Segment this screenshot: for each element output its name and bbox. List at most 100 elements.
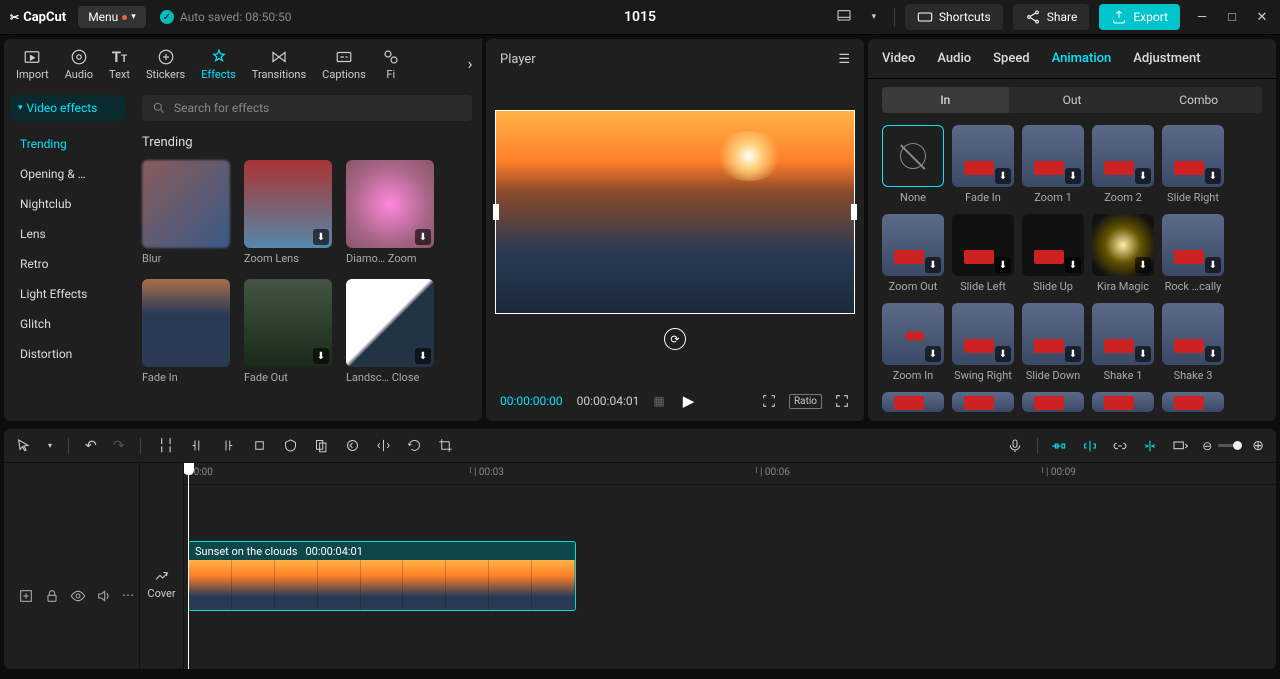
redo-button[interactable]: ↷: [113, 438, 125, 454]
timeline-tracks[interactable]: 00:00| 00:03| 00:06| 00:09 Sunset on the…: [184, 463, 1276, 669]
property-tab-audio[interactable]: Audio: [937, 51, 971, 66]
media-tab-effects[interactable]: Effects: [193, 44, 244, 87]
maximize-button[interactable]: □: [1224, 9, 1240, 25]
animation-preset[interactable]: ⬇Zoom 1: [1022, 125, 1084, 204]
download-icon[interactable]: ⬇: [313, 229, 329, 245]
split-left-tool[interactable]: [190, 438, 205, 453]
animation-preset[interactable]: ⬇Zoom In: [882, 303, 944, 382]
download-icon[interactable]: ⬇: [1135, 257, 1151, 273]
timeline-zoom[interactable]: ⊖: [1202, 439, 1238, 453]
animation-subtab-in[interactable]: In: [882, 87, 1009, 113]
close-button[interactable]: ✕: [1254, 10, 1270, 25]
animation-preset[interactable]: ⬇Fade In: [952, 125, 1014, 204]
player-menu-icon[interactable]: ☰: [838, 52, 850, 67]
effect-item[interactable]: Blur: [142, 160, 230, 265]
preview-toggle-icon[interactable]: [1172, 438, 1188, 454]
animation-preset[interactable]: ⬇Slide Left: [952, 214, 1014, 293]
shortcuts-button[interactable]: Shortcuts: [905, 4, 1003, 30]
lock-track-icon[interactable]: [44, 588, 60, 607]
mask-tool[interactable]: [283, 438, 298, 453]
effects-search[interactable]: Search for effects: [142, 95, 472, 121]
animation-preset[interactable]: [1162, 392, 1224, 412]
crop-tool[interactable]: [252, 438, 267, 453]
mute-track-icon[interactable]: [96, 588, 112, 607]
magnet-main-icon[interactable]: [1052, 438, 1068, 454]
link-icon[interactable]: [1112, 438, 1128, 454]
property-tab-adjustment[interactable]: Adjustment: [1133, 51, 1200, 66]
pointer-tool[interactable]: [16, 438, 32, 454]
effect-item[interactable]: ⬇Landsc… Close: [346, 279, 434, 384]
ratio-button[interactable]: Ratio: [789, 394, 822, 409]
effect-category[interactable]: Lens: [10, 219, 126, 249]
more-track-icon[interactable]: ⋯: [122, 588, 134, 607]
animation-preset[interactable]: ⬇Swing Right: [952, 303, 1014, 382]
magnet-track-icon[interactable]: [1082, 438, 1098, 454]
animation-preset[interactable]: ⬇Slide Up: [1022, 214, 1084, 293]
download-icon[interactable]: ⬇: [1065, 168, 1081, 184]
property-tab-video[interactable]: Video: [882, 51, 915, 66]
fullscreen-icon[interactable]: [834, 393, 850, 409]
animation-preset[interactable]: ⬇Zoom 2: [1092, 125, 1154, 204]
timeline-ruler[interactable]: 00:00| 00:03| 00:06| 00:09: [184, 463, 1276, 485]
animation-preset[interactable]: ⬇Shake 1: [1092, 303, 1154, 382]
download-icon[interactable]: ⬇: [925, 257, 941, 273]
split-right-tool[interactable]: [221, 438, 236, 453]
undo-button[interactable]: ↶: [85, 438, 97, 454]
media-tab-audio[interactable]: Audio: [57, 44, 101, 87]
download-icon[interactable]: ⬇: [1135, 168, 1151, 184]
snap-icon[interactable]: [1142, 438, 1158, 454]
playhead[interactable]: [188, 463, 189, 669]
animation-preset[interactable]: [1022, 392, 1084, 412]
animation-preset[interactable]: [1092, 392, 1154, 412]
menu-button[interactable]: Menu▾: [78, 6, 146, 28]
effect-category[interactable]: Nightclub: [10, 189, 126, 219]
media-tab-stickers[interactable]: Stickers: [138, 44, 193, 87]
frame-icon[interactable]: [761, 393, 777, 409]
animation-subtab-out[interactable]: Out: [1009, 87, 1136, 113]
mirror-tool[interactable]: [376, 438, 391, 453]
animation-preset[interactable]: ⬇Zoom Out: [882, 214, 944, 293]
effect-category[interactable]: Light Effects: [10, 279, 126, 309]
animation-preset[interactable]: ⬇Rock …cally: [1162, 214, 1224, 293]
chevron-down-icon[interactable]: ▾: [864, 12, 884, 22]
visibility-track-icon[interactable]: [70, 588, 86, 607]
effect-category[interactable]: Retro: [10, 249, 126, 279]
split-tool[interactable]: ╎╎: [157, 438, 174, 454]
animation-preset[interactable]: [882, 392, 944, 412]
download-icon[interactable]: ⬇: [1065, 346, 1081, 362]
player-grid-icon[interactable]: ▦: [653, 394, 664, 408]
effect-category[interactable]: Distortion: [10, 339, 126, 369]
download-icon[interactable]: ⬇: [313, 348, 329, 364]
download-icon[interactable]: ⬇: [1205, 257, 1221, 273]
download-icon[interactable]: ⬇: [1205, 168, 1221, 184]
preview-handle-right[interactable]: [851, 204, 857, 220]
media-tab-captions[interactable]: Captions: [314, 44, 374, 87]
download-icon[interactable]: ⬇: [1065, 257, 1081, 273]
download-icon[interactable]: ⬇: [995, 257, 1011, 273]
rotate-tool[interactable]: [407, 438, 422, 453]
property-tab-speed[interactable]: Speed: [993, 51, 1029, 66]
media-tab-text[interactable]: TTText: [101, 44, 138, 87]
export-button[interactable]: Export: [1099, 4, 1180, 30]
mic-icon[interactable]: [1007, 438, 1023, 454]
animation-preset[interactable]: ⬇Kira Magic: [1092, 214, 1154, 293]
media-tab-fi[interactable]: Fi: [374, 44, 408, 87]
effect-item[interactable]: ⬇Diamo… Zoom: [346, 160, 434, 265]
add-track-icon[interactable]: [18, 588, 34, 607]
download-icon[interactable]: ⬇: [995, 346, 1011, 362]
effect-item[interactable]: Fade In: [142, 279, 230, 384]
zoom-out-icon[interactable]: ⊖: [1202, 439, 1212, 453]
play-button[interactable]: ▶: [683, 392, 695, 410]
reverse-tool[interactable]: [345, 438, 360, 453]
video-effects-pill[interactable]: Video effects: [10, 95, 126, 121]
animation-preset[interactable]: None: [882, 125, 944, 204]
video-clip[interactable]: Sunset on the clouds 00:00:04:01: [188, 541, 576, 611]
animation-preset[interactable]: [952, 392, 1014, 412]
animation-subtab-combo[interactable]: Combo: [1135, 87, 1262, 113]
zoom-in-icon[interactable]: ⊕: [1252, 438, 1264, 454]
download-icon[interactable]: ⬇: [415, 348, 431, 364]
download-icon[interactable]: ⬇: [925, 346, 941, 362]
pointer-dropdown[interactable]: ▾: [48, 441, 52, 450]
animation-preset[interactable]: ⬇Slide Right: [1162, 125, 1224, 204]
cover-button[interactable]: Cover: [140, 549, 183, 619]
